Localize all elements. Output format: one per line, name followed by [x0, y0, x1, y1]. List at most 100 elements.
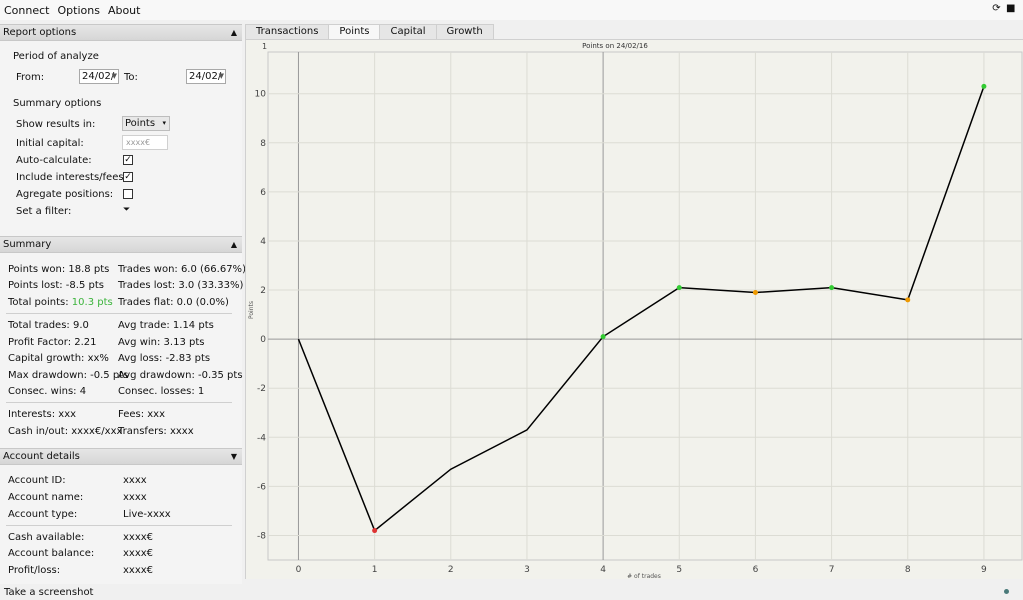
x-tick-label: 7 — [829, 565, 835, 575]
corner-label: 1 — [262, 42, 267, 51]
auto-calc-checkbox[interactable]: ✓ — [123, 155, 133, 165]
summary-header[interactable]: Summary ▲ — [0, 236, 242, 253]
y-axis-label: Points — [248, 301, 255, 319]
plot-area — [267, 51, 1023, 561]
y-tick-label: -6 — [257, 482, 266, 492]
x-tick-label: 1 — [372, 565, 378, 575]
report-options-header[interactable]: Report options ▲ — [0, 24, 242, 41]
data-point — [372, 528, 378, 534]
interests-label: Include interests/fees: — [16, 172, 127, 183]
from-date-input[interactable]: 24/02/ ▼ — [79, 69, 119, 84]
chevron-down-icon: ▼ — [111, 72, 117, 80]
show-results-select[interactable]: Points ▾ — [122, 116, 170, 131]
camera-icon[interactable]: ■ — [1006, 4, 1015, 14]
data-point — [752, 290, 758, 296]
initial-capital-label: Initial capital: — [16, 138, 84, 149]
y-tick-label: 4 — [260, 237, 266, 247]
account-type-value: Live-xxxx — [123, 509, 171, 520]
tab-capital[interactable]: Capital — [379, 24, 437, 39]
y-tick-label: 8 — [260, 139, 266, 149]
divider — [6, 402, 232, 403]
account-id-value: xxxx — [123, 475, 147, 486]
aggregate-checkbox[interactable] — [123, 189, 133, 199]
profit-factor: Profit Factor: 2.21 — [8, 337, 97, 348]
cash-available-label: Cash available: — [8, 532, 85, 543]
y-tick-label: -2 — [257, 384, 266, 394]
screenshot-link[interactable]: Take a screenshot — [4, 587, 93, 598]
summary-options-label: Summary options — [13, 98, 102, 109]
trades-flat: Trades flat: 0.0 (0.0%) — [118, 297, 229, 308]
chevron-down-icon: ▼ — [218, 72, 224, 80]
filter-label: Set a filter: — [16, 206, 72, 217]
menu-bar: Connect Options About ⟳ ■ — [0, 0, 1023, 20]
avg-drawdown: Avg drawdown: -0.35 pts — [118, 370, 243, 381]
tab-points[interactable]: Points — [328, 24, 381, 39]
collapse-icon[interactable]: ▼ — [231, 449, 237, 464]
filter-icon[interactable]: ⏷ — [123, 205, 130, 215]
tab-growth[interactable]: Growth — [435, 24, 494, 39]
interests-checkbox[interactable]: ✓ — [123, 172, 133, 182]
menu-about[interactable]: About — [104, 4, 145, 17]
account-header[interactable]: Account details ▼ — [0, 448, 242, 465]
capital-growth: Capital growth: xx% — [8, 353, 109, 364]
points-chart: 0 1 2 3 4 5 6 7 8 9 -8 -6 -4 -2 0 2 4 6 8 10 Points on 24/02… — [248, 42, 1023, 579]
account-name-value: xxxx — [123, 492, 147, 503]
interests: Interests: xxx — [8, 409, 77, 420]
collapse-icon[interactable]: ▲ — [231, 237, 237, 252]
x-axis-label: # of trades — [627, 573, 661, 579]
initial-capital-input[interactable]: xxxx€ — [122, 135, 168, 150]
y-tick-label: -4 — [257, 433, 266, 443]
points-won: Points won: 18.8 pts — [8, 264, 110, 275]
total-points-value: 10.3 pts — [71, 297, 113, 308]
x-tick-label: 5 — [676, 565, 682, 575]
max-drawdown: Max drawdown: -0.5 pts — [8, 370, 129, 381]
report-options-title: Report options — [3, 27, 77, 38]
data-point — [905, 297, 911, 303]
chart-title: Points on 24/02/16 — [582, 42, 648, 50]
account-balance-label: Account balance: — [8, 548, 95, 559]
divider — [6, 525, 232, 526]
trades-won: Trades won: 6.0 (66.67%) — [118, 264, 246, 275]
menu-connect[interactable]: Connect — [0, 4, 53, 17]
auto-calc-label: Auto-calculate: — [16, 155, 92, 166]
avg-loss: Avg loss: -2.83 pts — [118, 353, 211, 364]
collapse-icon[interactable]: ▲ — [231, 25, 237, 40]
data-point — [829, 285, 835, 291]
show-results-label: Show results in: — [16, 119, 96, 130]
x-tick-label: 2 — [448, 565, 454, 575]
points-lost: Points lost: -8.5 pts — [8, 280, 104, 291]
total-points-label: Total points: — [8, 297, 72, 308]
from-label: From: — [16, 72, 45, 83]
left-panel: Report options ▲ Period of analyze From:… — [0, 24, 246, 584]
account-title: Account details — [3, 451, 80, 462]
period-label: Period of analyze — [13, 51, 99, 62]
total-points: Total points: 10.3 pts — [8, 297, 113, 308]
chevron-down-icon: ▾ — [162, 119, 166, 127]
data-point — [600, 334, 606, 340]
transfers: Transfers: xxxx — [118, 426, 194, 437]
x-tick-label: 8 — [905, 565, 911, 575]
y-tick-label: 6 — [260, 188, 266, 198]
account-name-label: Account name: — [8, 492, 84, 503]
to-date-input[interactable]: 24/02/ ▼ — [186, 69, 226, 84]
refresh-icon[interactable]: ⟳ — [992, 4, 1001, 14]
tab-transactions[interactable]: Transactions — [245, 24, 330, 39]
y-tick-label: 2 — [260, 286, 266, 296]
y-tick-label: 10 — [255, 90, 267, 100]
x-tick-label: 6 — [753, 565, 759, 575]
x-tick-label: 4 — [600, 565, 606, 575]
divider — [6, 313, 232, 314]
x-tick-label: 0 — [296, 565, 302, 575]
account-id-label: Account ID: — [8, 475, 66, 486]
profit-loss-label: Profit/loss: — [8, 565, 61, 576]
trades-lost: Trades lost: 3.0 (33.33%) — [118, 280, 244, 291]
to-date-value: 24/02/ — [189, 71, 222, 82]
x-tick-label: 3 — [524, 565, 530, 575]
menu-options[interactable]: Options — [53, 4, 103, 17]
y-tick-label: -8 — [257, 531, 266, 541]
chart-panel: 0 1 2 3 4 5 6 7 8 9 -8 -6 -4 -2 0 2 4 6 8 10 Points on 24/02… — [245, 39, 1023, 579]
consec-losses: Consec. losses: 1 — [118, 386, 205, 397]
initial-capital-placeholder: xxxx€ — [126, 138, 151, 147]
x-tick-label: 9 — [981, 565, 987, 575]
summary-title: Summary — [3, 239, 52, 250]
